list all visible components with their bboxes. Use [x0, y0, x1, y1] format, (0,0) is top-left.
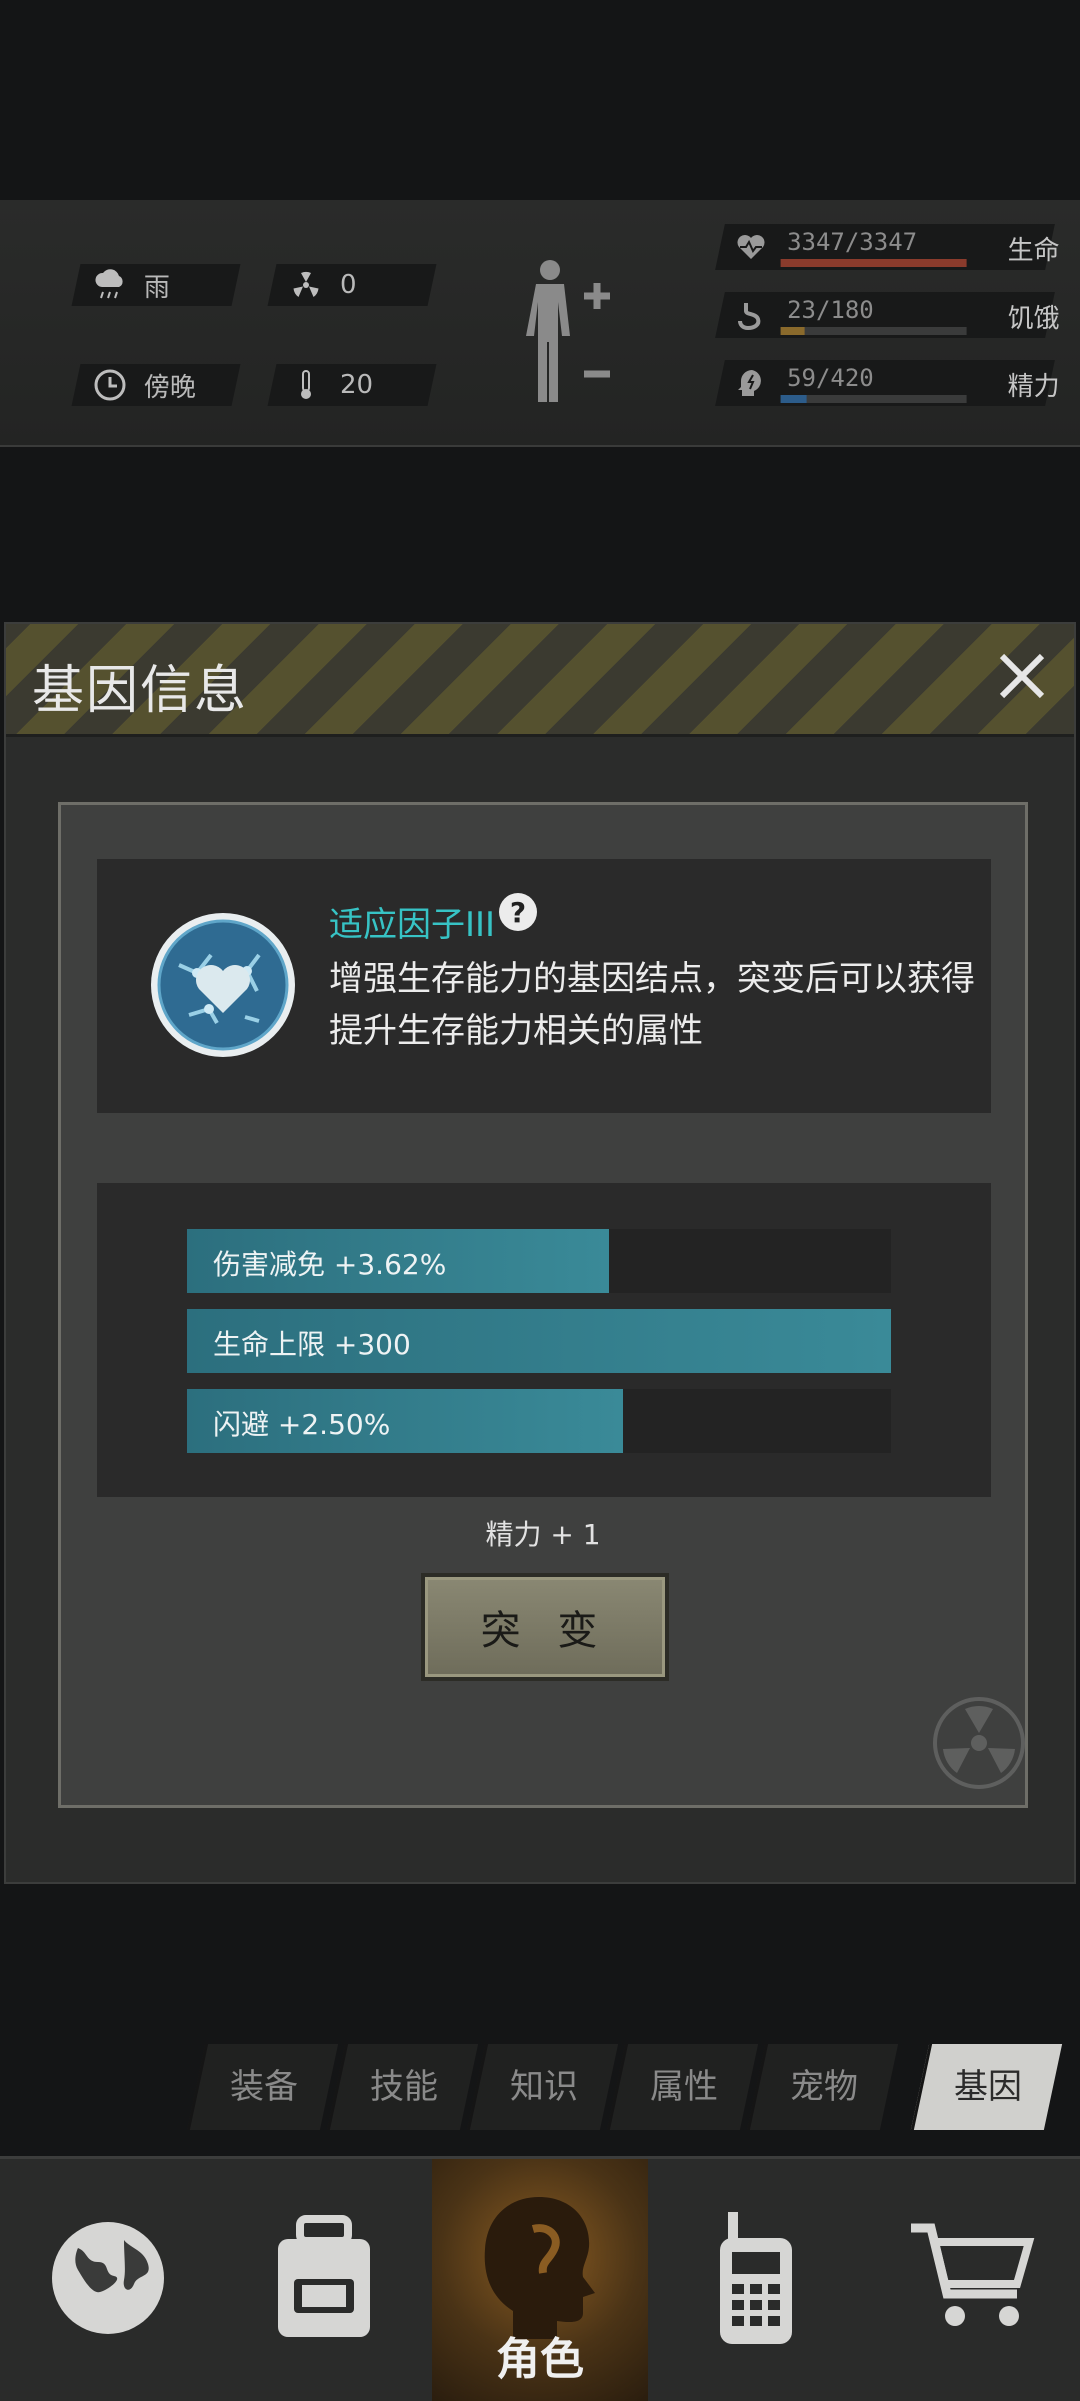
tab-knowledge[interactable]: 知识: [466, 2044, 619, 2130]
hunger-value: 23/180: [787, 296, 874, 324]
mutate-button[interactable]: 突 变: [421, 1573, 669, 1681]
energy-label: 精力: [1007, 372, 1060, 402]
attribute-bar: 生命上限 +300: [187, 1309, 891, 1373]
dialog-title: 基因信息: [32, 661, 249, 721]
thermometer-icon: [286, 365, 326, 405]
head-energy-icon: [734, 366, 768, 400]
hunger-stat: 23/180 饥饿: [715, 292, 1060, 338]
gene-name: 适应因子III: [329, 905, 496, 945]
walkie-talkie-icon: [706, 2208, 806, 2352]
stomach-icon: [734, 298, 768, 332]
time-chip: 傍晚: [71, 364, 241, 406]
tab-skills[interactable]: 技能: [326, 2044, 479, 2130]
health-label: 生命: [1007, 236, 1060, 266]
gene-info-dialog: 基因信息 适应因子III ? 增强生存能力的基因结点，突变后可以获得提升生存能力…: [4, 622, 1076, 1884]
globe-icon: [48, 2218, 168, 2342]
hunger-bar: [780, 327, 967, 335]
attribute-label: 闪避 +2.50%: [213, 1408, 391, 1441]
attribute-bar: 闪避 +2.50%: [187, 1389, 891, 1453]
heart-pulse-icon: [734, 230, 768, 264]
health-stat: 3347/3347 生命: [715, 224, 1060, 270]
energy-cost: 精力 + 1: [485, 1518, 601, 1551]
weather-chip: 雨: [71, 264, 241, 306]
attribute-panel: 伤害减免 +3.62% 生命上限 +300 闪避 +2.50%: [97, 1183, 991, 1497]
radiation-icon: [286, 265, 326, 305]
temperature-value: 20: [340, 370, 374, 400]
energy-stat: 59/420 精力: [715, 360, 1060, 406]
attribute-bar: 伤害减免 +3.62%: [187, 1229, 891, 1293]
body-plus-minus-icon[interactable]: [522, 256, 622, 416]
hunger-label: 饥饿: [1007, 304, 1060, 334]
nav-map[interactable]: [0, 2159, 216, 2401]
category-tabs: 装备 技能 知识 属性 宠物 基因: [186, 2044, 1063, 2130]
energy-bar: [780, 395, 967, 403]
bottom-nav: 角色: [0, 2156, 1080, 2401]
attribute-label: 伤害减免 +3.62%: [213, 1248, 447, 1281]
rain-cloud-icon: [90, 265, 130, 305]
radiation-watermark-icon: [931, 1695, 1027, 1791]
radiation-chip: 0: [267, 264, 437, 306]
backpack-icon: [264, 2213, 384, 2347]
heart-gene-icon: [149, 895, 297, 1075]
weather-text: 雨: [144, 272, 171, 303]
temperature-chip: 20: [267, 364, 437, 406]
tab-equipment[interactable]: 装备: [186, 2044, 339, 2130]
tab-attributes[interactable]: 属性: [606, 2044, 759, 2130]
time-of-day-text: 傍晚: [144, 372, 197, 403]
gene-description: 增强生存能力的基因结点，突变后可以获得提升生存能力相关的属性: [329, 959, 975, 1051]
health-value: 3347/3347: [787, 228, 918, 256]
close-icon[interactable]: [992, 646, 1052, 706]
nav-shop[interactable]: [864, 2159, 1080, 2401]
tab-pets[interactable]: 宠物: [746, 2044, 899, 2130]
head-profile-icon: [475, 2189, 605, 2343]
gene-card: 适应因子III ? 增强生存能力的基因结点，突变后可以获得提升生存能力相关的属性: [97, 859, 991, 1113]
dialog-header: 基因信息: [6, 624, 1074, 737]
nav-backpack[interactable]: [216, 2159, 432, 2401]
radiation-value: 0: [340, 270, 357, 300]
gene-detail-frame: 适应因子III ? 增强生存能力的基因结点，突变后可以获得提升生存能力相关的属性…: [58, 802, 1028, 1808]
health-bar: [780, 259, 967, 267]
status-panel: 雨 0 傍晚 20 3347/3347 生命 23/180 饥饿 59/420 …: [0, 200, 1080, 447]
attribute-label: 生命上限 +300: [213, 1328, 411, 1361]
help-icon[interactable]: ?: [499, 893, 537, 931]
tab-genes[interactable]: 基因: [910, 2044, 1063, 2130]
energy-value: 59/420: [787, 364, 874, 392]
nav-character-label: 角色: [496, 2334, 584, 2385]
clock-icon: [90, 365, 130, 405]
nav-radio[interactable]: [648, 2159, 864, 2401]
nav-character[interactable]: 角色: [432, 2159, 648, 2401]
shopping-cart-icon: [907, 2218, 1037, 2342]
